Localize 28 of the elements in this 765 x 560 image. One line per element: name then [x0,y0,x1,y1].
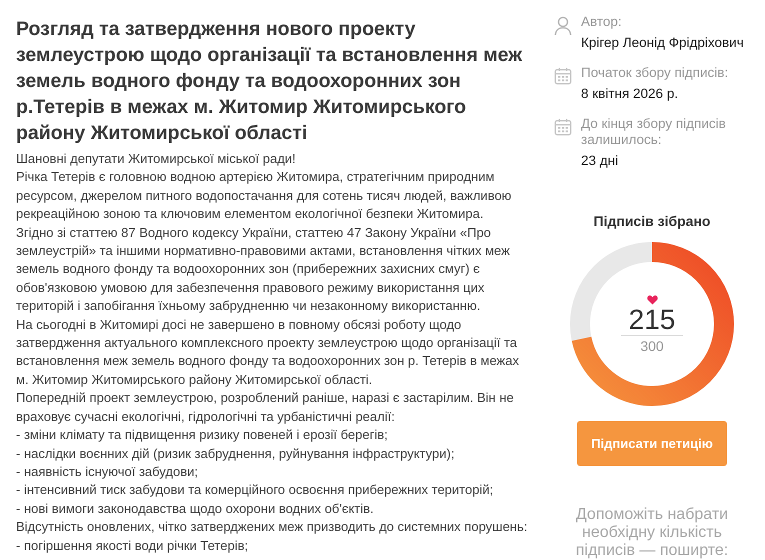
body-paragraph: - нові вимоги законодавства щодо охорони водних об'єктів. [16,500,375,518]
body-paragraph: - наслідки воєнних дій (ризик забруднення, руйнування інфраструктури); [16,444,456,463]
signatures-title: Підписів зібрано [594,213,710,229]
detail-label: До кінця збору підписів залишилось: [581,116,727,148]
user-icon [554,16,572,36]
body-paragraph: - інтенсивний тиск забудови та комерційного освоєння прибережних територій; [16,481,494,500]
body-paragraph: Відсутність оновлених, чітко затверджених меж призводить до системних порушень: [16,518,528,536]
body-paragraph: - наявність існуючої забудови; [16,462,199,481]
signature-count: 215 [620,304,684,336]
body-paragraph: Попередній проект землеустрою, розроблений раніше, наразі є застарілим. Він не враховує сучасні екологічні, гідрологічні та урбаністичні реалії: [16,389,515,426]
calendar-icon [554,118,572,136]
detail-value: Крігер Леонід Фрідріхович [581,35,745,51]
detail-value: 8 квітня 2026 р. [581,86,680,102]
detail-value: 23 дні [581,153,620,169]
body-paragraph: На сьогодні в Житомирі досі не завершено в повному обсязі роботу щодо затвердження актуального комплексного проекту землеустрою щодо організації та встановлення меж земель водного фонду та водоохоронних зон р. Тетерів в межах м. Житомир Житомирського району Житомирської області. [16,316,520,389]
heart-icon [646,294,658,304]
detail-label: Початок збору підписів: [581,65,730,81]
sign-petition-button[interactable]: Підписати петицію [577,421,727,466]
detail-label: Автор: [581,14,623,30]
petition-title: Розгляд та затвердження нового проекту землеустрою щодо організації та встановлення меж земель водного фонду та водоохоронних зон р.Тетерів в межах м. Житомир Житомирського району Житомирської області [16,17,524,146]
body-paragraph: Згідно зі статтею 87 Водного кодексу України, статтею 47 Закону України «Про землеустрій» та іншими нормативно-правовими актами, встановлення чітких меж земель водного фонду та водоохоронних зон (прибережних захисних смуг) є обов'язковою умовою для забезпечення правового режиму використання цих територій і запобігання їхньому забрудненню чи незаконному використанню. [16,224,511,316]
body-paragraph: Шановні депутати Житомирської міської ради! [16,150,297,168]
share-prompt: Допоможіть набрати необхідну кількість підписів — поширте: [574,506,730,560]
body-paragraph: - погіршення якості води річки Тетерів; [16,536,250,555]
body-paragraph: Річка Тетерів є головною водною артерією Житомира, стратегічним природним ресурсом, джерелом питного водопостачання для сотень тисяч людей, важливою рекреаційною зоною та ключовим елементом екологічної безпеки Житомира. [16,168,512,224]
calendar-icon [554,67,572,85]
signature-goal: 300 [640,338,664,354]
body-paragraph: - зміни клімату та підвищення ризику повеней і ерозії берегів; [16,426,389,444]
